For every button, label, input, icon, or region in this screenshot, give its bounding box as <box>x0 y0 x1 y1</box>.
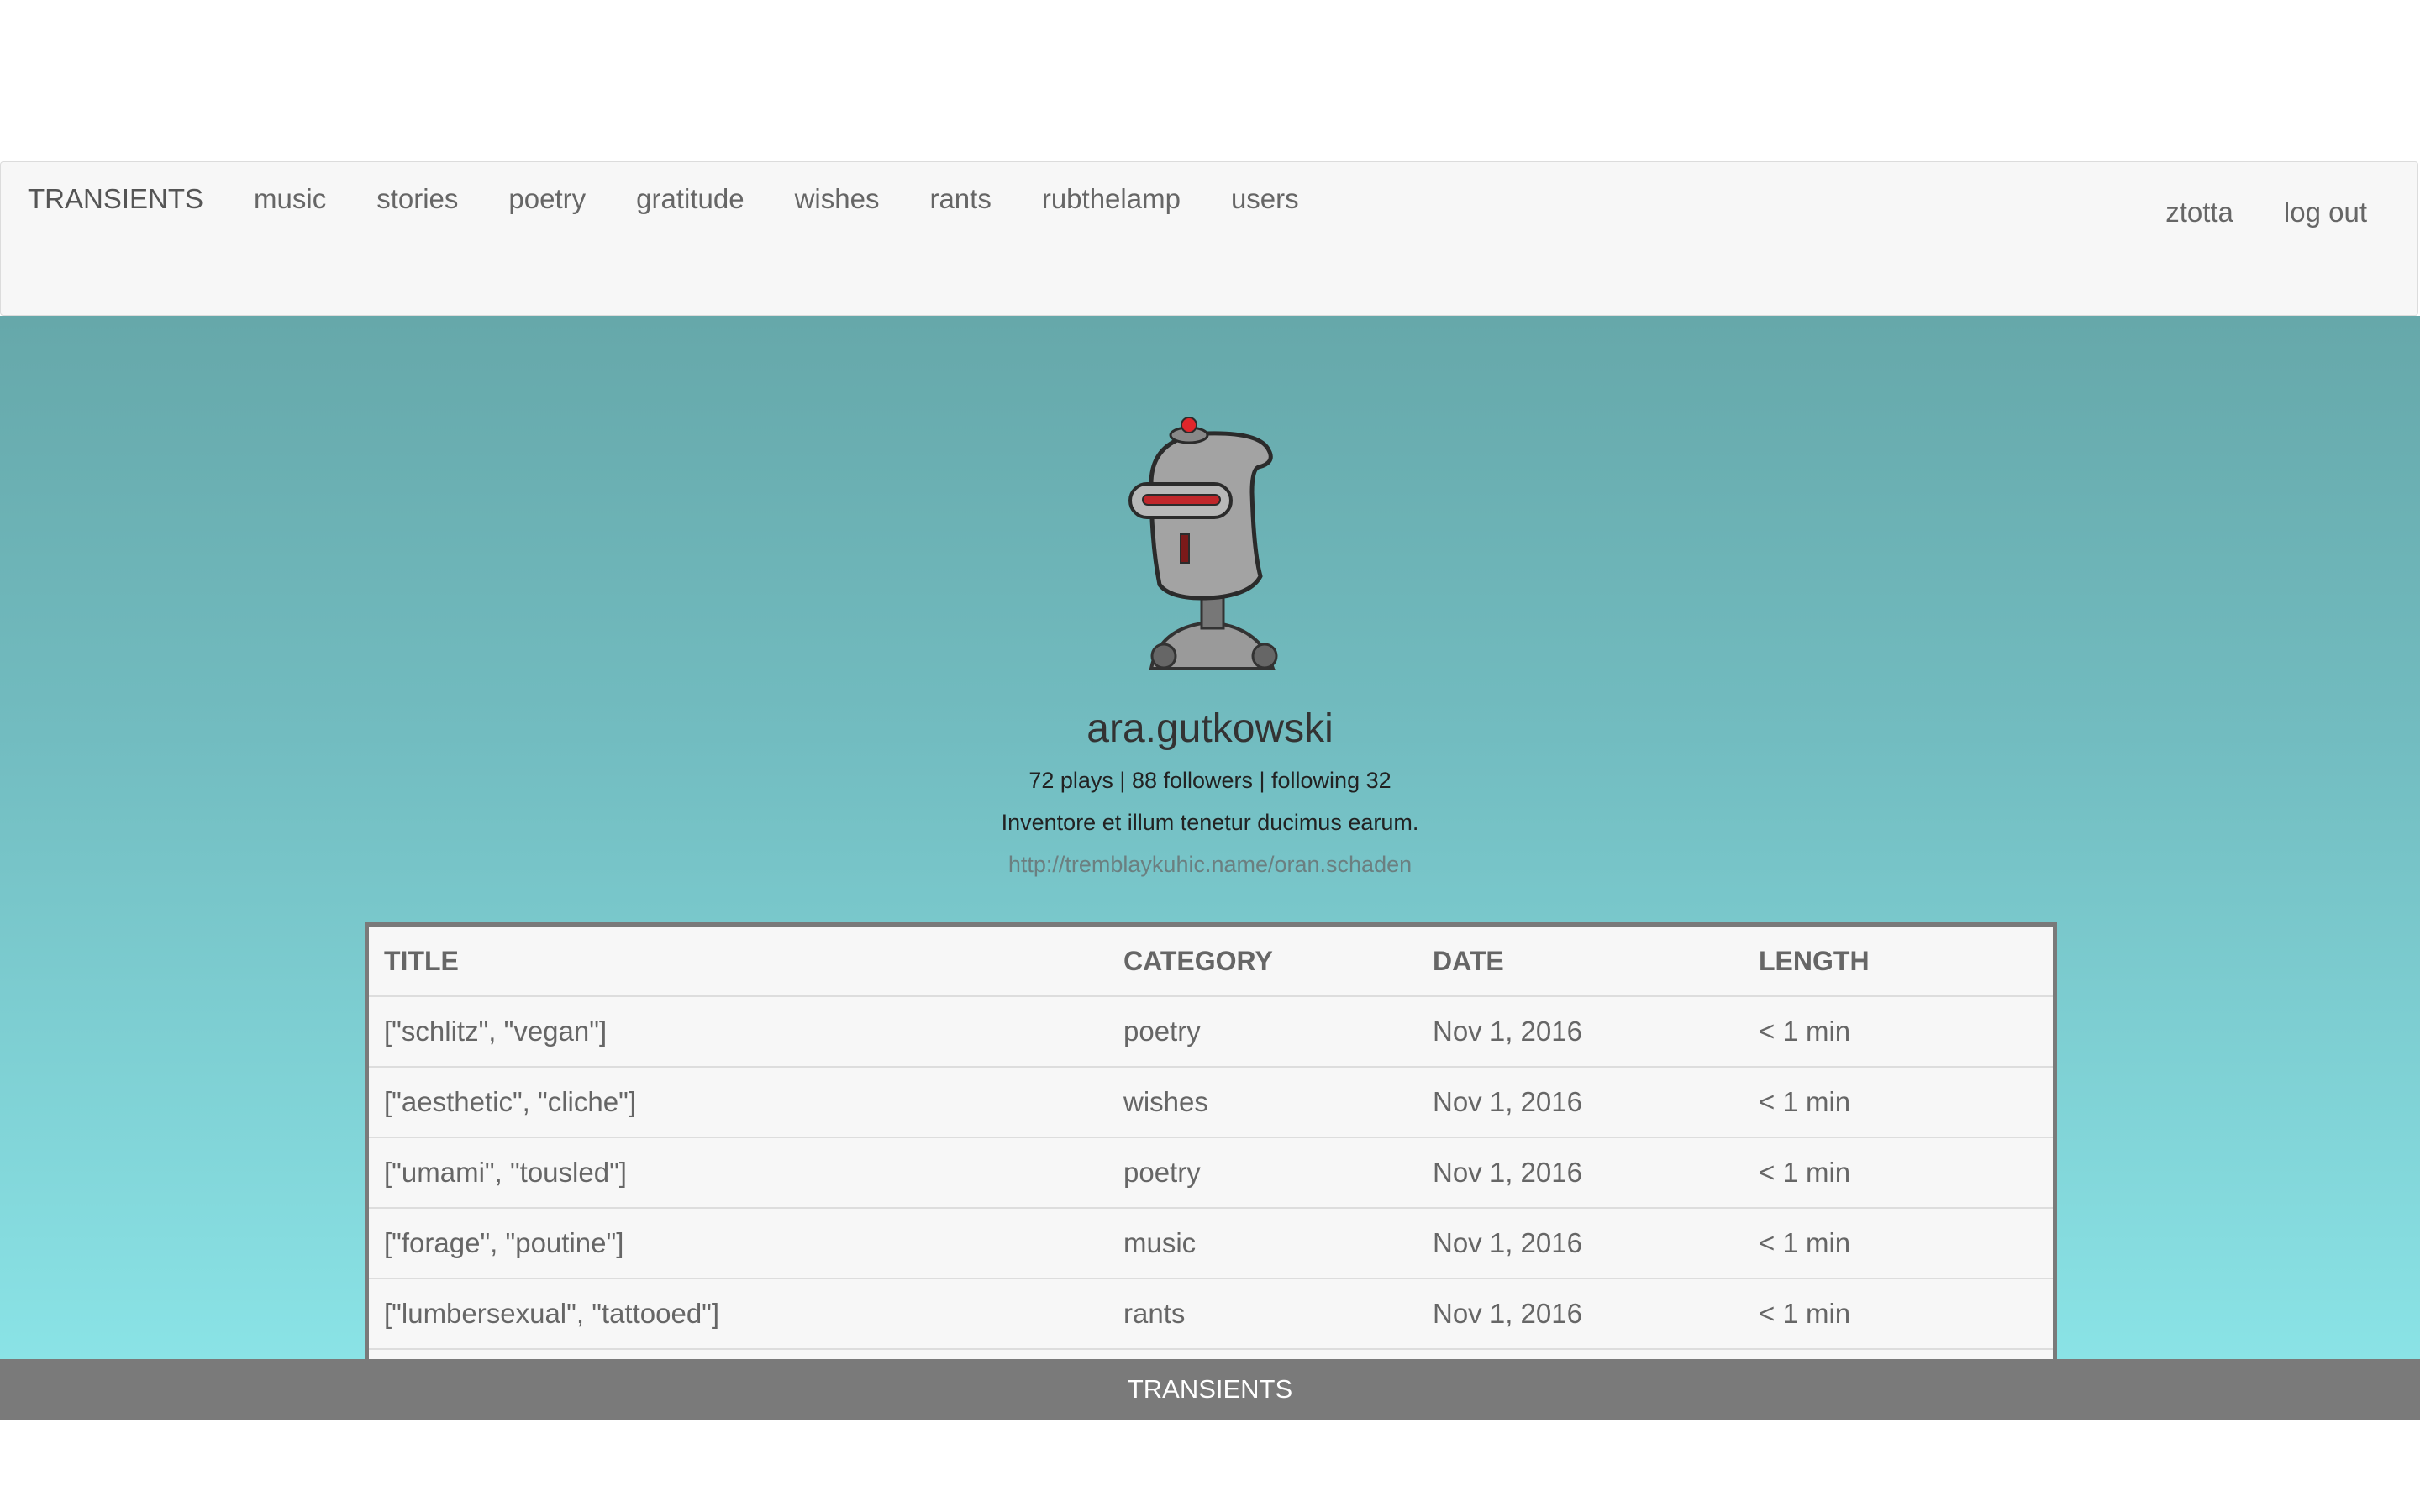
profile-bio: Inventore et illum tenetur ducimus earum… <box>1001 810 1419 835</box>
column-header-title[interactable]: TITLE <box>384 927 459 995</box>
navbar: TRANSIENTS music stories poetry gratitud… <box>0 161 2418 316</box>
table-row[interactable]: ["schlitz", "vegan"] poetry Nov 1, 2016 … <box>369 997 2053 1068</box>
nav-item-wishes[interactable]: wishes <box>795 183 880 215</box>
cell-date: Nov 1, 2016 <box>1433 1227 1582 1258</box>
profile-stats: 72 plays | 88 followers | following 32 <box>1028 768 1392 793</box>
table-row[interactable]: ["aesthetic", "cliche"] wishes Nov 1, 20… <box>369 1068 2053 1138</box>
cell-title[interactable]: ["lumbersexual", "tattooed"] <box>384 1279 719 1348</box>
nav-user-link[interactable]: ztotta <box>2165 197 2233 228</box>
nav-right: ztotta log out <box>2115 192 2367 233</box>
cell-date: Nov 1, 2016 <box>1433 1157 1582 1188</box>
nav-item-rubthelamp[interactable]: rubthelamp <box>1042 183 1181 215</box>
footer-bar: TRANSIENTS <box>0 1359 2420 1420</box>
cell-category: poetry <box>1123 1157 1201 1188</box>
cell-length: < 1 min <box>1759 1016 1851 1047</box>
column-header-category[interactable]: CATEGORY <box>1123 927 1273 995</box>
nav-item-users[interactable]: users <box>1231 183 1299 215</box>
table-row[interactable]: ["lumbersexual", "tattooed"] rants Nov 1… <box>369 1279 2053 1350</box>
cell-title[interactable]: ["aesthetic", "cliche"] <box>384 1068 636 1137</box>
cell-category: music <box>1123 1227 1197 1258</box>
profile-username: ara.gutkowski <box>1086 706 1334 751</box>
cell-date: Nov 1, 2016 <box>1433 1086 1582 1117</box>
nav-item-music[interactable]: music <box>254 183 326 215</box>
cell-date: Nov 1, 2016 <box>1433 1298 1582 1329</box>
table-header-row: TITLE CATEGORY DATE LENGTH <box>369 927 2053 997</box>
cell-length: < 1 min <box>1759 1227 1851 1258</box>
cell-length: < 1 min <box>1759 1298 1851 1329</box>
nav-item-poetry[interactable]: poetry <box>508 183 586 215</box>
cell-title[interactable]: ["forage", "poutine"] <box>384 1209 623 1278</box>
nav-item-gratitude[interactable]: gratitude <box>636 183 744 215</box>
column-header-date[interactable]: DATE <box>1433 927 1504 995</box>
nav-item-rants[interactable]: rants <box>929 183 991 215</box>
page: TRANSIENTS music stories poetry gratitud… <box>0 0 2420 1512</box>
table-row[interactable]: ["forage", "poutine"] music Nov 1, 2016 … <box>369 1209 2053 1279</box>
table-row[interactable]: ["umami", "tousled"] poetry Nov 1, 2016 … <box>369 1138 2053 1209</box>
cell-length: < 1 min <box>1759 1157 1851 1188</box>
logout-link[interactable]: log out <box>2284 197 2367 228</box>
cell-length: < 1 min <box>1759 1086 1851 1117</box>
nav-left: TRANSIENTS music stories poetry gratitud… <box>28 179 1349 219</box>
cell-title[interactable]: ["umami", "tousled"] <box>384 1138 627 1207</box>
footer-brand: TRANSIENTS <box>1127 1374 1293 1404</box>
nav-item-stories[interactable]: stories <box>376 183 458 215</box>
profile-hero: ara.gutkowski 72 plays | 88 followers | … <box>0 316 2420 1359</box>
robot-avatar-icon <box>1128 417 1278 670</box>
cell-category: poetry <box>1123 1016 1201 1047</box>
cell-category: rants <box>1123 1298 1186 1329</box>
plays-table: TITLE CATEGORY DATE LENGTH ["schlitz", "… <box>365 922 2057 1359</box>
column-header-length[interactable]: LENGTH <box>1759 927 1870 995</box>
cell-category: wishes <box>1123 1086 1208 1117</box>
cell-title[interactable]: ["schlitz", "vegan"] <box>384 997 607 1066</box>
cell-date: Nov 1, 2016 <box>1433 1016 1582 1047</box>
nav-brand-link[interactable]: TRANSIENTS <box>28 183 203 215</box>
profile-website-link[interactable]: http://tremblaykuhic.name/oran.schaden <box>0 852 2420 878</box>
